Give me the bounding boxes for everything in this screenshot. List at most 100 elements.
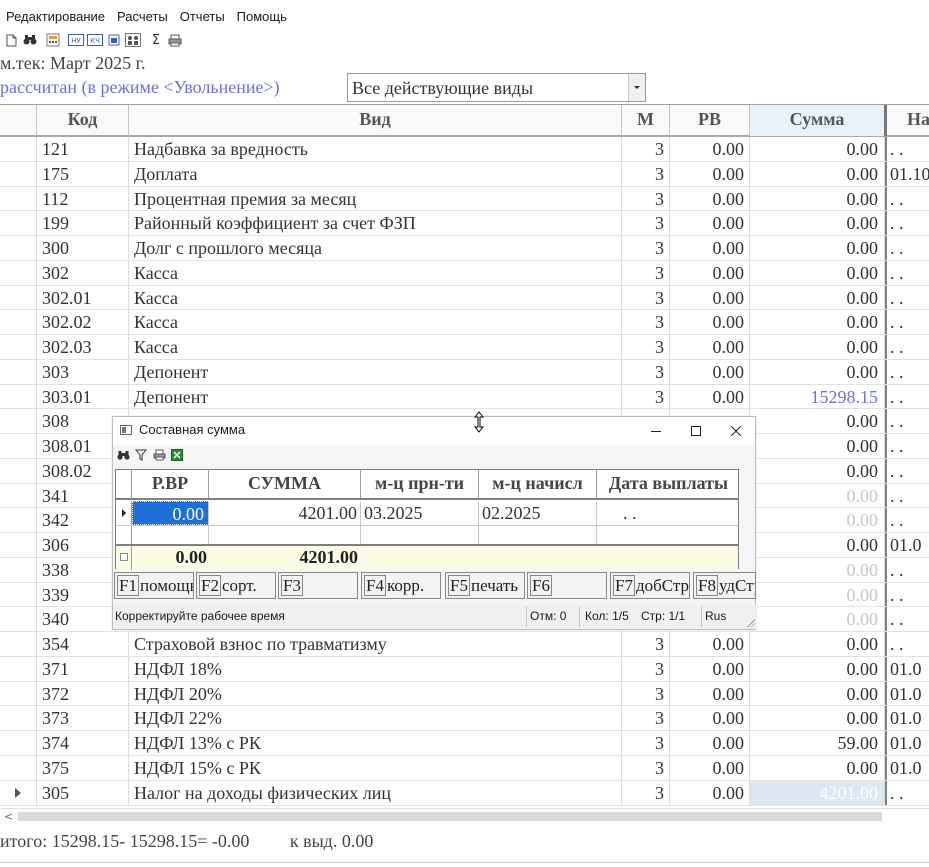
f4-correct-button[interactable]: F4 корр. xyxy=(361,572,441,599)
find-icon[interactable] xyxy=(115,447,131,463)
cell-code[interactable]: 305 xyxy=(37,780,129,805)
cell-type[interactable]: Процентная премия за месяц xyxy=(129,186,622,211)
cell-code[interactable]: 175 xyxy=(37,161,129,186)
cell-na[interactable]: . . xyxy=(885,236,929,260)
cell-rv[interactable]: 0.00 xyxy=(670,310,750,335)
cell-month[interactable]: 3 xyxy=(622,780,670,805)
cell-rv[interactable]: 0.00 xyxy=(670,656,750,681)
cell-na[interactable]: . . xyxy=(885,780,929,805)
cell-na[interactable]: . . xyxy=(885,211,929,236)
cell-rv[interactable]: 0.00 xyxy=(670,359,750,384)
cell-sum[interactable]: 0.00 xyxy=(750,632,885,656)
cell-month[interactable]: 3 xyxy=(622,756,670,780)
cell-na[interactable]: . . xyxy=(885,434,929,458)
cell-type[interactable]: НДФЛ 15% с РК xyxy=(129,756,622,780)
cell-type[interactable]: Касса xyxy=(129,335,622,359)
cell-na[interactable]: . . xyxy=(885,359,929,384)
cell-month[interactable]: 3 xyxy=(622,656,670,681)
f3-button[interactable]: F3 xyxy=(278,572,358,599)
cell-sum[interactable]: 0.00 xyxy=(750,359,885,384)
cell-code[interactable]: 374 xyxy=(37,731,129,755)
menu-help[interactable]: Помощь xyxy=(231,7,293,27)
calculator-icon[interactable] xyxy=(44,31,62,49)
cell-sum[interactable]: 4201.00 xyxy=(209,501,361,525)
cell-na[interactable]: 01.0 xyxy=(885,681,929,706)
cell-type[interactable]: Депонент xyxy=(129,384,622,409)
cell-sum[interactable]: 0.00 xyxy=(750,706,885,731)
cell-rv[interactable]: 0.00 xyxy=(670,780,750,805)
cell-rv[interactable]: 0.00 xyxy=(670,632,750,656)
cell-sum[interactable]: 0.00 xyxy=(750,533,885,557)
window-icon[interactable] xyxy=(105,31,123,49)
cell-month[interactable]: 3 xyxy=(622,285,670,310)
cell-code[interactable]: 371 xyxy=(37,656,129,681)
cell-month[interactable]: 3 xyxy=(622,186,670,211)
users-icon[interactable] xyxy=(124,31,142,49)
cell-rv[interactable]: 0.00 xyxy=(670,384,750,409)
cell-sum[interactable]: 0.00 xyxy=(750,137,885,161)
table-row[interactable]: 302.02 Касса 3 0.00 0.00. . xyxy=(0,310,929,336)
cell-sum[interactable]: 0.00 xyxy=(750,236,885,260)
cell-na[interactable]: . . xyxy=(885,607,929,632)
cell-sum[interactable]: 0.00 xyxy=(750,756,885,780)
cell-sum[interactable]: 15298.15 xyxy=(750,384,885,409)
scrollbar-thumb[interactable] xyxy=(18,812,882,821)
print-icon[interactable] xyxy=(166,31,184,49)
table-row[interactable]: 0.00 4201.00 03.2025 02.2025 . . xyxy=(116,501,738,526)
filter-icon[interactable] xyxy=(133,447,149,463)
cell-code[interactable]: 199 xyxy=(37,211,129,236)
column-header-month-nach[interactable]: м-ц начисл xyxy=(479,470,597,498)
f8-delete-row-button[interactable]: F8удСтр xyxy=(693,572,756,599)
cell-na[interactable]: . . xyxy=(885,508,929,533)
cell-code[interactable]: 372 xyxy=(37,681,129,706)
table-row[interactable]: 303.01 Депонент 3 0.00 15298.15. . xyxy=(0,384,929,410)
table-row[interactable]: 373 НДФЛ 22% 3 0.00 0.00 01.0 xyxy=(0,706,929,732)
table-row[interactable]: 112 Процентная премия за месяц 3 0.00 0.00. … xyxy=(0,186,929,212)
cell-na[interactable]: . . xyxy=(885,557,929,582)
cell-sum[interactable]: 0.00 xyxy=(750,557,885,582)
cell-type[interactable]: Страховой взнос по травматизму xyxy=(129,632,622,656)
table-row[interactable]: 372 НДФЛ 20% 3 0.00 0.00 01.0 xyxy=(0,681,929,707)
minimize-button[interactable] xyxy=(643,421,669,441)
cell-na[interactable]: . . xyxy=(885,483,929,508)
cell-code[interactable]: 112 xyxy=(37,186,129,211)
maximize-button[interactable] xyxy=(683,421,709,441)
cell-rv[interactable]: 0.00 xyxy=(670,681,750,706)
table-row[interactable]: 302 Касса 3 0.00 0.00. . xyxy=(0,260,929,286)
column-header-code[interactable]: Код xyxy=(37,105,129,136)
cell-month[interactable]: 3 xyxy=(622,310,670,335)
close-button[interactable] xyxy=(723,421,749,441)
cell-month[interactable]: 3 xyxy=(622,137,670,161)
cell-na[interactable]: 01.0 xyxy=(885,533,929,557)
cell-sum[interactable]: 59.00 xyxy=(750,731,885,755)
cell-na[interactable]: 01.0 xyxy=(885,756,929,780)
horizontal-scrollbar[interactable]: < xyxy=(0,808,929,824)
cell-rv[interactable]: 0.00 xyxy=(670,161,750,186)
cell-code[interactable]: 303 xyxy=(37,359,129,384)
print-icon[interactable] xyxy=(151,447,167,463)
cell-code[interactable]: 121 xyxy=(37,137,129,161)
column-header-type[interactable]: Вид xyxy=(129,105,622,136)
table-row[interactable]: 371 НДФЛ 18% 3 0.00 0.00 01.0 xyxy=(0,656,929,682)
cell-na[interactable]: 01.10 xyxy=(885,161,929,186)
cell-na[interactable]: . . xyxy=(885,310,929,335)
menu-calculations[interactable]: Расчеты xyxy=(111,7,174,27)
table-row[interactable]: 303 Депонент 3 0.00 0.00. . xyxy=(0,359,929,385)
f2-sort-button[interactable]: F2 сорт. xyxy=(196,572,276,599)
cell-na[interactable]: . . xyxy=(885,632,929,656)
cell-rv[interactable]: 0.00 xyxy=(670,285,750,310)
cell-sum[interactable]: 0.00 xyxy=(750,458,885,483)
menu-reports[interactable]: Отчеты xyxy=(174,7,231,27)
cell-rv[interactable]: 0.00 xyxy=(670,186,750,211)
cell-sum[interactable]: 0.00 xyxy=(750,681,885,706)
f5-print-button[interactable]: F5 печать xyxy=(445,572,525,599)
cell-type[interactable]: Надбавка за вредность xyxy=(129,137,622,161)
cell-rvr[interactable]: 0.00 xyxy=(132,501,209,525)
column-header-rv[interactable]: РВ xyxy=(670,105,750,136)
cell-na[interactable]: 01.0 xyxy=(885,706,929,731)
table-row[interactable]: 302.01 Касса 3 0.00 0.00. . xyxy=(0,285,929,311)
dialog-titlebar[interactable]: Составная сумма xyxy=(113,417,755,445)
cell-month[interactable]: 3 xyxy=(622,236,670,260)
table-row[interactable]: 175 Доплата 3 0.00 0.00 01.10 xyxy=(0,161,929,187)
cell-type[interactable]: Касса xyxy=(129,310,622,335)
